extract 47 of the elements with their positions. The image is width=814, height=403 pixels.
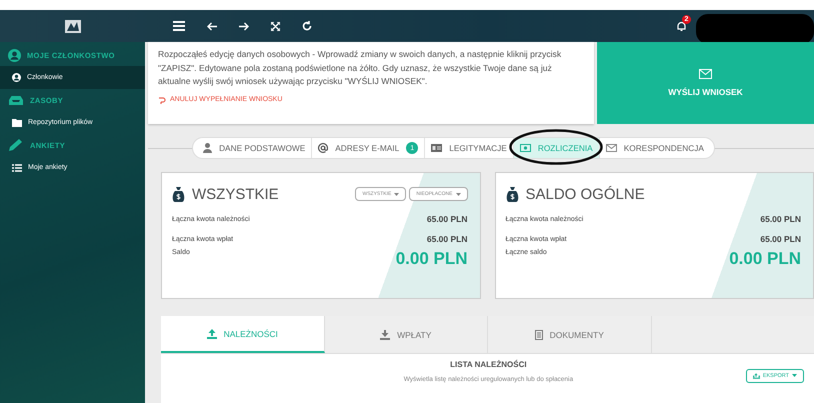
download-icon xyxy=(380,330,390,340)
tab[interactable]: NALEŻNOŚCI xyxy=(161,316,324,353)
caret-icon xyxy=(394,192,400,196)
upload-icon xyxy=(206,328,217,338)
menu-icon[interactable] xyxy=(173,21,185,31)
pencil-icon xyxy=(8,138,24,152)
refresh-icon[interactable] xyxy=(302,21,312,31)
money-bag-icon xyxy=(172,186,185,202)
caret-icon xyxy=(456,192,460,196)
money-bag-icon xyxy=(506,186,518,202)
amount-value: 65.00 PLN xyxy=(426,234,468,244)
send-request-button[interactable]: WYŚLIJ WNIOSEK xyxy=(597,42,814,124)
user-icon xyxy=(203,143,212,153)
share-icon xyxy=(752,372,760,378)
folder-icon xyxy=(12,118,22,126)
card-title: SALDO OGÓLNE xyxy=(526,186,645,202)
back-arrow-icon[interactable] xyxy=(207,22,217,30)
tab[interactable]: KORESPONDENCJA xyxy=(600,138,710,158)
caret-icon xyxy=(792,374,797,377)
envelope-icon xyxy=(699,69,712,79)
forward-arrow-icon[interactable] xyxy=(239,22,249,30)
list-title: LISTA NALEŻNOŚCI xyxy=(450,360,527,369)
logo-icon xyxy=(64,20,80,32)
notice-text: Rozpocząłeś edycję danych osobowych - Wprowadź zmiany w swoich danych, a następnie kliknij przycisk "ZAPISZ". Edytowane pola zostaną podświetlone na żółto. Gdy uznasz, że wszystkie Twoje dane są już aktualne wyślij swój wniosek używając przycisku "WYŚLIJ WNIOSEK". xyxy=(158,48,562,88)
tray-icon xyxy=(8,94,24,106)
tab[interactable]: ROZLICZENIA xyxy=(514,138,599,158)
tab[interactable]: DOKUMENTY xyxy=(488,316,652,353)
amount-value: 65.00 PLN xyxy=(426,214,468,224)
envelope-icon xyxy=(606,144,617,152)
id-card-icon xyxy=(431,144,442,152)
fullscreen-icon[interactable] xyxy=(271,22,280,30)
amount-value: 65.00 PLN xyxy=(760,234,801,244)
tab[interactable]: WPŁATY xyxy=(324,316,488,353)
bell-icon[interactable] xyxy=(677,21,686,31)
list-icon xyxy=(12,164,22,172)
document-icon xyxy=(534,330,543,340)
user-icon xyxy=(8,48,21,62)
undo-icon xyxy=(158,96,166,104)
card-title: WSZYSTKIE xyxy=(192,186,279,202)
tab[interactable]: LEGITYMACJE xyxy=(425,138,513,158)
banknote-icon xyxy=(520,144,531,152)
balance-value: 0.00 PLN xyxy=(729,249,801,269)
amount-value: 65.00 PLN xyxy=(760,214,801,224)
balance-value: 0.00 PLN xyxy=(396,249,468,269)
at-sign-icon xyxy=(318,143,328,153)
user-icon xyxy=(12,73,21,82)
tab[interactable]: DANE PODSTAWOWE xyxy=(197,138,312,158)
